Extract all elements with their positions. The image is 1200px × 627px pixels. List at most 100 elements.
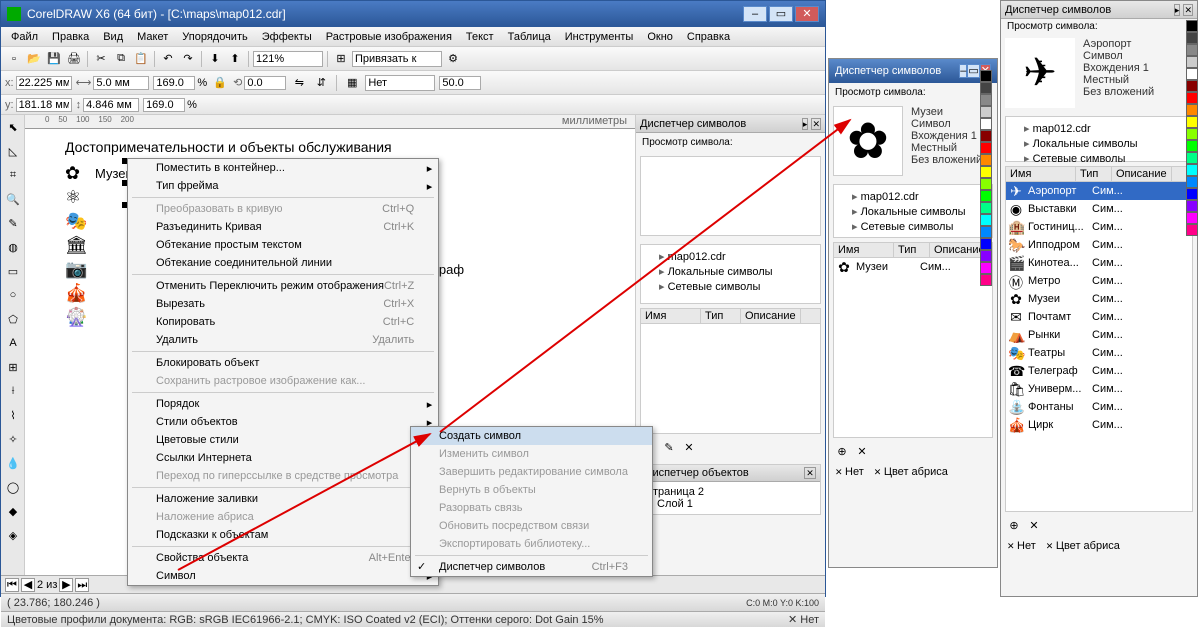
submenu-item[interactable]: Создать символ — [411, 427, 652, 445]
outline-width-input[interactable] — [439, 76, 481, 90]
zoom-combo[interactable] — [253, 51, 323, 67]
color-swatch[interactable] — [1186, 56, 1198, 68]
color-swatch[interactable] — [980, 226, 992, 238]
menu-bitmaps[interactable]: Растровые изображения — [320, 29, 458, 45]
list-row[interactable]: ⛲ФонтаныСим... — [1006, 398, 1192, 416]
color-swatch[interactable] — [980, 154, 992, 166]
color-swatch[interactable] — [1186, 44, 1198, 56]
color-swatch[interactable] — [1186, 92, 1198, 104]
color-swatch[interactable] — [1186, 176, 1198, 188]
page-prev-icon[interactable]: ◀ — [21, 578, 35, 592]
color-swatch[interactable] — [1186, 32, 1198, 44]
list-row[interactable]: 🎪ЦиркСим... — [1006, 416, 1192, 434]
context-menu-item[interactable]: Отменить Переключить режим отображенияCt… — [128, 277, 438, 295]
menu-text[interactable]: Текст — [460, 29, 500, 45]
print-icon[interactable]: 🖨 — [65, 50, 83, 68]
text-tool-icon[interactable]: A — [2, 332, 24, 354]
tree-item[interactable]: Локальные символы — [645, 264, 816, 279]
color-swatch[interactable] — [1186, 188, 1198, 200]
zoom-tool-icon[interactable]: 🔍 — [2, 188, 24, 210]
color-swatch[interactable] — [1186, 104, 1198, 116]
list-row[interactable]: ✿МузеиСим... — [1006, 290, 1192, 308]
lock-aspect-icon[interactable]: 🔒 — [211, 74, 229, 92]
export-icon[interactable]: ⬆ — [226, 50, 244, 68]
wrap-icon[interactable]: ▦ — [343, 74, 361, 92]
context-menu-item[interactable]: Обтекание соединительной линии — [128, 254, 438, 272]
effects-tool-icon[interactable]: ✧ — [2, 428, 24, 450]
scale-x-input[interactable] — [153, 76, 195, 90]
ellipse-tool-icon[interactable]: ○ — [2, 284, 24, 306]
context-menu-item[interactable]: КопироватьCtrl+C — [128, 313, 438, 331]
color-swatch[interactable] — [1186, 68, 1198, 80]
color-swatch[interactable] — [1186, 140, 1198, 152]
height-input[interactable] — [83, 98, 139, 112]
context-menu-item[interactable]: Тип фрейма — [128, 177, 438, 195]
close-button[interactable]: ✕ — [795, 6, 819, 22]
mirror-h-icon[interactable]: ⇋ — [290, 74, 308, 92]
import-icon[interactable]: ⬇ — [206, 50, 224, 68]
list-row[interactable]: ✈АэропортСим... — [1006, 182, 1192, 200]
options-icon[interactable]: ⚙ — [444, 50, 462, 68]
context-menu-item[interactable]: Цветовые стили — [128, 431, 438, 449]
menu-table[interactable]: Таблица — [502, 29, 557, 45]
color-swatch[interactable] — [980, 250, 992, 262]
color-swatch[interactable] — [980, 118, 992, 130]
submenu-item[interactable]: ✓Диспетчер символовCtrl+F3 — [411, 558, 652, 576]
panel3-close-icon[interactable]: ✕ — [1183, 4, 1193, 16]
page-first-icon[interactable]: ⏮ — [5, 578, 19, 592]
context-menu-item[interactable]: Символ — [128, 567, 438, 585]
width-input[interactable] — [93, 76, 149, 90]
list-row[interactable]: 🎭ТеатрыСим... — [1006, 344, 1192, 362]
color-swatch[interactable] — [980, 94, 992, 106]
list-row[interactable]: 🏨Гостиниц...Сим... — [1006, 218, 1192, 236]
copy-icon[interactable]: ⧉ — [112, 50, 130, 68]
context-menu-item[interactable]: Подсказки к объектам — [128, 526, 438, 544]
menu-window[interactable]: Окно — [641, 29, 679, 45]
scale-y-input[interactable] — [143, 98, 185, 112]
docker-collapse-icon[interactable]: ▸ — [802, 118, 809, 130]
insert-symbol-icon[interactable]: ⊕ — [833, 442, 851, 460]
color-swatch[interactable] — [1186, 224, 1198, 236]
eyedropper-tool-icon[interactable]: 💧 — [2, 452, 24, 474]
context-menu-item[interactable]: Порядок — [128, 395, 438, 413]
x-input[interactable] — [16, 76, 72, 90]
page-last-icon[interactable]: ⏭ — [75, 578, 89, 592]
tree-item[interactable]: Сетевые символы — [645, 279, 816, 294]
list-row[interactable]: ☎ТелеграфСим... — [1006, 362, 1192, 380]
minimize-button[interactable]: – — [743, 6, 767, 22]
interactive-fill-icon[interactable]: ◈ — [2, 524, 24, 546]
open-icon[interactable]: 📂 — [25, 50, 43, 68]
outline-combo[interactable] — [365, 75, 435, 91]
rotation-input[interactable] — [244, 76, 286, 90]
list-row[interactable]: ✉ПочтамтСим... — [1006, 308, 1192, 326]
connector-tool-icon[interactable]: ⌇ — [2, 404, 24, 426]
dimension-tool-icon[interactable]: ⟊ — [2, 380, 24, 402]
color-swatch[interactable] — [1186, 152, 1198, 164]
y-input[interactable] — [16, 98, 72, 112]
panel3-collapse-icon[interactable]: ▸ — [1174, 4, 1181, 16]
color-swatch[interactable] — [980, 130, 992, 142]
context-menu-item[interactable]: Наложение заливки — [128, 490, 438, 508]
rectangle-tool-icon[interactable]: ▭ — [2, 260, 24, 282]
color-swatch[interactable] — [1186, 128, 1198, 140]
color-swatch[interactable] — [980, 70, 992, 82]
color-swatch[interactable] — [980, 166, 992, 178]
mirror-v-icon[interactable]: ⇵ — [312, 74, 330, 92]
new-icon[interactable]: ▫ — [5, 50, 23, 68]
color-swatch[interactable] — [1186, 116, 1198, 128]
save-icon[interactable]: 💾 — [45, 50, 63, 68]
shape-tool-icon[interactable]: ◺ — [2, 140, 24, 162]
color-swatch[interactable] — [1186, 80, 1198, 92]
polygon-tool-icon[interactable]: ⬠ — [2, 308, 24, 330]
context-menu-item[interactable]: Блокировать объект — [128, 354, 438, 372]
cut-icon[interactable]: ✂ — [92, 50, 110, 68]
delete-symbol-icon[interactable]: ✕ — [853, 442, 871, 460]
color-swatch[interactable] — [980, 190, 992, 202]
color-swatch[interactable] — [980, 238, 992, 250]
color-swatch[interactable] — [980, 202, 992, 214]
list-row[interactable]: 🎬Кинотеа...Сим... — [1006, 254, 1192, 272]
smart-fill-icon[interactable]: ◍ — [2, 236, 24, 258]
maximize-button[interactable]: ▭ — [769, 6, 793, 22]
crop-tool-icon[interactable]: ⌗ — [2, 164, 24, 186]
menu-tools[interactable]: Инструменты — [559, 29, 640, 45]
